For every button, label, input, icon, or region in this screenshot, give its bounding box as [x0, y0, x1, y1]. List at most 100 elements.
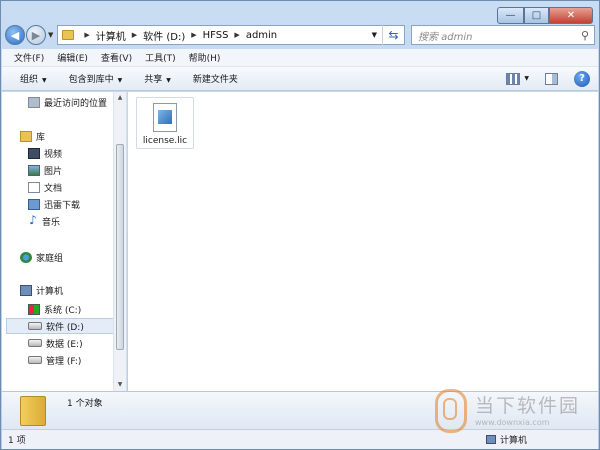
chevron-down-icon: ▼ — [166, 77, 171, 84]
nav-item-pictures[interactable]: 图片 — [28, 162, 62, 178]
nav-item-drive-c[interactable]: 系统 (C:) — [28, 301, 81, 317]
nav-item-video[interactable]: 视频 — [28, 145, 62, 161]
view-dropdown-icon[interactable]: ▼ — [524, 75, 529, 82]
breadcrumb-item-drive-d[interactable]: 软件 (D:) — [143, 28, 185, 43]
organize-label: 组织 — [20, 75, 39, 85]
maximize-button[interactable]: □ — [524, 7, 549, 24]
nav-item-drive-d[interactable]: 软件 (D:) — [6, 318, 116, 334]
search-input[interactable]: 搜索 admin — [418, 28, 576, 43]
close-button[interactable]: ✕ — [549, 7, 593, 24]
drive-icon — [28, 356, 42, 364]
status-bar: 1 项 计算机 — [2, 429, 598, 449]
command-bar: 组织 ▼ 包含到库中 ▼ 共享 ▼ 新建文件夹 ▼ ? — [2, 67, 598, 91]
nav-item-label: 库 — [36, 132, 46, 143]
nav-item-label: 家庭组 — [36, 253, 64, 264]
nav-item-music[interactable]: ♪ 音乐 — [28, 213, 60, 229]
scroll-down-icon[interactable]: ▼ — [114, 379, 126, 391]
menu-edit[interactable]: 编辑(E) — [57, 51, 88, 64]
watermark-text: 当下软件园 www.downxia.com — [475, 391, 580, 427]
pictures-icon — [28, 164, 40, 176]
menu-file[interactable]: 文件(F) — [14, 51, 44, 64]
search-box[interactable]: 搜索 admin ⚲ — [411, 25, 595, 45]
scroll-thumb[interactable] — [116, 144, 124, 350]
scroll-up-icon[interactable]: ▲ — [114, 92, 126, 104]
documents-icon — [28, 181, 40, 193]
nav-item-documents[interactable]: 文档 — [28, 179, 62, 195]
status-item-count: 1 项 — [8, 436, 26, 446]
address-dropdown-icon[interactable]: ▼ — [372, 31, 377, 39]
chevron-right-icon[interactable]: ▶ — [84, 31, 89, 39]
nav-item-label: 音乐 — [42, 217, 61, 228]
back-arrow-icon: ◀ — [10, 28, 20, 42]
help-icon[interactable]: ? — [574, 70, 590, 87]
forward-arrow-icon: ▶ — [31, 28, 41, 42]
menu-bar: 文件(F) 编辑(E) 查看(V) 工具(T) 帮助(H) — [2, 49, 598, 67]
nav-item-drive-e[interactable]: 数据 (E:) — [28, 335, 83, 351]
view-options-icon[interactable] — [506, 72, 521, 85]
search-icon[interactable]: ⚲ — [576, 29, 594, 42]
chevron-right-icon[interactable]: ▶ — [132, 31, 137, 39]
folder-icon — [62, 30, 75, 40]
forward-button[interactable]: ▶ — [26, 25, 46, 45]
back-button[interactable]: ◀ — [5, 25, 25, 45]
menu-help[interactable]: 帮助(H) — [189, 51, 221, 64]
menu-tools[interactable]: 工具(T) — [145, 51, 176, 64]
nav-item-downloads[interactable]: 迅雷下载 — [28, 196, 80, 212]
nav-item-label: 视频 — [44, 149, 63, 160]
nav-item-label: 图片 — [44, 166, 63, 177]
minimize-button[interactable]: — — [497, 7, 524, 24]
nav-item-computer[interactable]: 计算机 — [20, 282, 63, 298]
nav-item-recent[interactable]: 最近访问的位置 — [28, 94, 107, 110]
homegroup-icon — [20, 251, 32, 263]
file-item[interactable]: license.lic — [136, 97, 194, 149]
explorer-window: — □ ✕ ◀ ▶ ▼ ▶ 计算机 ▶ 软件 (D:) ▶ HFSS ▶ adm… — [0, 0, 600, 450]
nav-item-libraries[interactable]: 库 — [20, 128, 45, 144]
share-button[interactable]: 共享 ▼ — [144, 72, 171, 85]
nav-item-homegroup[interactable]: 家庭组 — [20, 249, 63, 265]
chevron-right-icon[interactable]: ▶ — [191, 31, 196, 39]
watermark-url: www.downxia.com — [475, 418, 550, 427]
navigation-pane: 最近访问的位置 库 视频 图片 文档 迅雷下载 ♪ 音乐 家庭组 计算机 系统 … — [2, 92, 127, 391]
watermark: 当下软件园 www.downxia.com — [429, 386, 599, 433]
status-zone: 计算机 — [486, 433, 527, 446]
address-bar[interactable]: ▶ 计算机 ▶ 软件 (D:) ▶ HFSS ▶ admin ▼ ⇆ — [57, 25, 405, 45]
breadcrumb-item-hfss[interactable]: HFSS — [203, 30, 229, 41]
watermark-name: 当下软件园 — [475, 395, 581, 417]
drive-icon — [28, 339, 42, 347]
video-icon — [28, 147, 40, 159]
nav-scrollbar[interactable]: ▲ ▼ — [113, 92, 126, 391]
refresh-icon: ⇆ — [388, 28, 399, 42]
drive-icon — [28, 322, 42, 330]
new-folder-button[interactable]: 新建文件夹 — [193, 72, 238, 85]
nav-item-label: 文档 — [44, 183, 63, 194]
watermark-logo-icon — [429, 388, 469, 433]
file-list[interactable]: license.lic — [128, 92, 598, 391]
breadcrumb-item-admin[interactable]: admin — [246, 30, 277, 41]
recent-pages-dropdown-icon[interactable]: ▼ — [48, 31, 53, 39]
nav-item-label: 管理 (F:) — [46, 356, 82, 367]
menu-view[interactable]: 查看(V) — [101, 51, 132, 64]
library-icon — [20, 130, 32, 142]
include-in-library-label: 包含到库中 — [68, 75, 114, 85]
include-in-library-button[interactable]: 包含到库中 ▼ — [69, 72, 123, 85]
music-note-icon: ♪ — [29, 213, 37, 227]
address-row: ◀ ▶ ▼ ▶ 计算机 ▶ 软件 (D:) ▶ HFSS ▶ admin ▼ ⇆… — [5, 23, 595, 47]
downloads-icon — [28, 198, 40, 210]
breadcrumb-item-computer[interactable]: 计算机 — [96, 28, 126, 43]
nav-item-label: 软件 (D:) — [46, 322, 84, 333]
computer-icon — [20, 284, 32, 296]
folder-icon — [20, 396, 46, 426]
chevron-down-icon: ▼ — [42, 77, 47, 84]
system-drive-icon — [28, 303, 40, 315]
refresh-button[interactable]: ⇆ — [382, 25, 404, 45]
breadcrumb: ▶ 计算机 ▶ 软件 (D:) ▶ HFSS ▶ admin — [78, 28, 277, 43]
organize-button[interactable]: 组织 ▼ — [20, 72, 47, 85]
share-label: 共享 — [144, 75, 163, 85]
recent-places-icon — [28, 96, 40, 108]
computer-icon — [486, 435, 496, 444]
chevron-right-icon[interactable]: ▶ — [234, 31, 239, 39]
item-count: 1 个对象 — [67, 399, 103, 409]
nav-item-label: 数据 (E:) — [46, 339, 83, 350]
nav-item-drive-f[interactable]: 管理 (F:) — [28, 352, 81, 368]
preview-pane-icon[interactable] — [545, 72, 558, 85]
